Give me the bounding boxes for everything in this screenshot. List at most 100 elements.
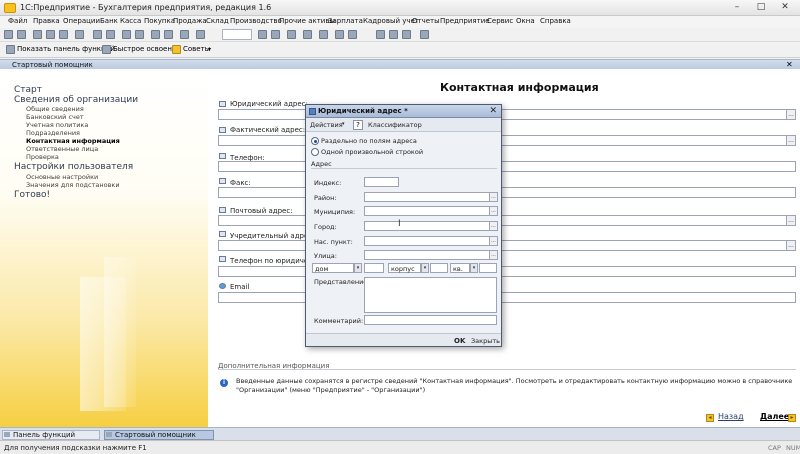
building-type-select[interactable]: корпус — [388, 263, 421, 273]
paste-icon[interactable] — [59, 30, 68, 39]
nav-departments[interactable]: Подразделения — [26, 129, 80, 137]
menu-purchase[interactable]: Покупка — [144, 17, 175, 25]
nav-accounting-policy[interactable]: Учетная политика — [26, 121, 88, 129]
find-next-icon[interactable] — [164, 30, 173, 39]
menu-other-assets[interactable]: Прочие активы — [279, 17, 335, 25]
flat-type-dropdown-icon[interactable]: ▾ — [470, 263, 478, 273]
city-field[interactable] — [364, 221, 490, 231]
nav-default-values[interactable]: Значения для подстановки — [26, 181, 120, 189]
nav-ready[interactable]: Готово! — [14, 190, 50, 200]
print-icon[interactable] — [93, 30, 102, 39]
calendar-icon[interactable] — [348, 30, 357, 39]
next-arrow-icon[interactable]: ▸ — [788, 414, 796, 422]
close-icon[interactable]: ✕ — [774, 2, 796, 14]
menu-sales[interactable]: Продажа — [173, 17, 207, 25]
tips-button[interactable]: Советы — [183, 45, 210, 53]
index-field[interactable] — [364, 177, 399, 187]
back-arrow-icon[interactable]: ◂ — [706, 414, 714, 422]
calculator-icon[interactable] — [335, 30, 344, 39]
city-select-button[interactable]: ... — [489, 221, 498, 231]
memory-m-icon[interactable] — [376, 30, 385, 39]
house-number-field[interactable] — [364, 263, 384, 273]
nav-bank-account[interactable]: Банковский счет — [26, 113, 84, 121]
document-icon[interactable] — [287, 30, 296, 39]
search-combo[interactable] — [222, 29, 252, 40]
find-prev-icon[interactable] — [180, 30, 189, 39]
binoculars-next-icon[interactable] — [271, 30, 280, 39]
classifier-button[interactable]: Классификатор — [368, 121, 422, 129]
municipality-field[interactable] — [364, 206, 490, 216]
street-field[interactable] — [364, 250, 490, 260]
building-type-dropdown-icon[interactable]: ▾ — [421, 263, 429, 273]
menu-edit[interactable]: Правка — [33, 17, 60, 25]
menu-reports[interactable]: Отчеты — [412, 17, 440, 25]
close-button[interactable]: Закрыть — [471, 337, 500, 345]
menu-hr[interactable]: Кадровый учет — [363, 17, 419, 25]
district-field[interactable] — [364, 192, 490, 202]
open-icon[interactable] — [17, 30, 26, 39]
actions-menu[interactable]: Действия — [310, 121, 343, 129]
task-functions-panel[interactable]: Панель функций — [2, 430, 100, 440]
quick-start-button[interactable]: Быстрое освоение — [113, 45, 181, 53]
founding-address-select-button[interactable]: ... — [786, 240, 796, 251]
postal-address-select-button[interactable]: ... — [786, 215, 796, 226]
preview-icon[interactable] — [106, 30, 115, 39]
help-button[interactable]: ? — [353, 120, 363, 130]
report-icon[interactable] — [319, 30, 328, 39]
menu-production[interactable]: Производство — [230, 17, 282, 25]
nav-check[interactable]: Проверка — [26, 153, 59, 161]
district-select-button[interactable]: ... — [489, 192, 498, 202]
save-icon[interactable] — [75, 30, 84, 39]
nav-org-info[interactable]: Сведения об организации — [14, 95, 138, 105]
replace-icon[interactable] — [196, 30, 205, 39]
undo-icon[interactable] — [122, 30, 131, 39]
task-start-assistant[interactable]: Стартовый помощник — [104, 430, 214, 440]
menu-help[interactable]: Справка — [540, 17, 571, 25]
menu-windows[interactable]: Окна — [516, 17, 535, 25]
actions-dropdown-icon[interactable]: ▾ — [342, 121, 345, 127]
settlement-select-button[interactable]: ... — [489, 236, 498, 246]
memory-mplus-icon[interactable] — [389, 30, 398, 39]
maximize-icon[interactable]: □ — [750, 2, 772, 14]
nav-user-settings[interactable]: Настройки пользователя — [14, 162, 133, 172]
binoculars-icon[interactable] — [258, 30, 267, 39]
radio-separate-fields[interactable] — [311, 137, 319, 145]
nav-start[interactable]: Старт — [14, 85, 42, 95]
close-document-icon[interactable]: ✕ — [786, 60, 793, 69]
minimize-icon[interactable]: – — [726, 2, 748, 14]
menu-salary[interactable]: Зарплата — [328, 17, 363, 25]
menu-warehouse[interactable]: Склад — [206, 17, 229, 25]
show-panel-button[interactable]: Показать панель функций — [17, 45, 115, 53]
nav-main-settings[interactable]: Основные настройки — [26, 173, 98, 181]
building-number-field[interactable] — [430, 263, 448, 273]
search-icon[interactable] — [151, 30, 160, 39]
nav-contact-info[interactable]: Контактная информация — [26, 137, 120, 145]
copy-icon[interactable] — [46, 30, 55, 39]
radio-single-string[interactable] — [311, 148, 319, 156]
menu-enterprise[interactable]: Предприятие — [440, 17, 490, 25]
flat-type-select[interactable]: кв. — [450, 263, 470, 273]
menu-service[interactable]: Сервис — [487, 17, 513, 25]
menu-cash[interactable]: Касса — [120, 17, 141, 25]
back-button[interactable]: Назад — [718, 412, 744, 421]
redo-icon[interactable] — [135, 30, 144, 39]
dialog-close-icon[interactable]: ✕ — [489, 106, 497, 116]
cut-icon[interactable] — [33, 30, 42, 39]
new-icon[interactable] — [4, 30, 13, 39]
settlement-field[interactable] — [364, 236, 490, 246]
house-type-select[interactable]: дом — [312, 263, 354, 273]
actual-address-select-button[interactable]: ... — [786, 135, 796, 146]
ok-button[interactable]: OK — [454, 337, 465, 345]
menu-file[interactable]: Файл — [8, 17, 27, 25]
nav-general[interactable]: Общие сведения — [26, 105, 84, 113]
nav-responsible[interactable]: Ответственные лица — [26, 145, 98, 153]
street-select-button[interactable]: ... — [489, 250, 498, 260]
journal-icon[interactable] — [303, 30, 312, 39]
tools-icon[interactable] — [420, 30, 429, 39]
house-type-dropdown-icon[interactable]: ▾ — [354, 263, 362, 273]
flat-number-field[interactable] — [479, 263, 497, 273]
municipality-select-button[interactable]: ... — [489, 206, 498, 216]
next-button[interactable]: Далее — [760, 412, 789, 421]
menu-bank[interactable]: Банк — [100, 17, 118, 25]
legal-address-select-button[interactable]: ... — [786, 109, 796, 120]
